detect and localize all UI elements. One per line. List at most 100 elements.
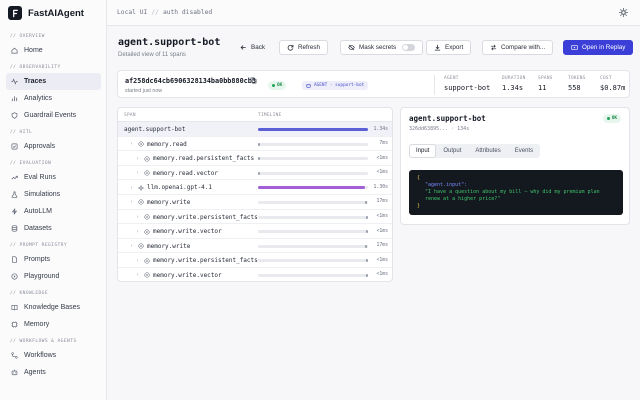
- timeline-track: [258, 244, 368, 248]
- mask-secrets-toggle[interactable]: Mask secrets: [340, 40, 424, 55]
- sidebar-item-label: Memory: [24, 321, 50, 328]
- arrow-left-icon: [240, 45, 246, 50]
- span-row[interactable]: agent.support-bot 1.34s: [118, 122, 392, 137]
- timeline-track: [258, 230, 368, 234]
- sidebar-item-eval-runs[interactable]: Eval Runs: [6, 169, 101, 186]
- sidebar-item-approvals[interactable]: Approvals: [6, 138, 101, 155]
- chevron-right-icon[interactable]: ›: [136, 156, 141, 162]
- span-name: memory.write.vector: [153, 228, 222, 236]
- compare-button[interactable]: Compare with...: [482, 40, 554, 55]
- sidebar-item-home[interactable]: Home: [6, 42, 101, 59]
- tab-attributes[interactable]: Attributes: [469, 145, 506, 157]
- page-title: agent.support-bot: [118, 37, 221, 48]
- span-name-cell: › memory.write.persistent_facts: [136, 214, 258, 221]
- bar-chart-icon: [11, 95, 18, 102]
- sidebar-item-analytics[interactable]: Analytics: [6, 90, 101, 107]
- sidebar-item-traces[interactable]: Traces: [6, 73, 101, 90]
- stat-key: SPANS: [538, 76, 553, 81]
- sidebar-item-guardrail-events[interactable]: Guardrail Events: [6, 107, 101, 124]
- sidebar-item-agents[interactable]: Agents: [6, 364, 101, 381]
- stat-key: DURATION: [502, 76, 526, 81]
- chevron-right-icon[interactable]: ›: [136, 229, 141, 235]
- timeline-bar: [258, 186, 365, 190]
- span-duration: 1.30s: [373, 184, 388, 190]
- span-name-cell: › memory.read.persistent_facts: [136, 155, 254, 162]
- copy-icon[interactable]: [250, 77, 257, 84]
- span-row[interactable]: › memory.read 7ms: [118, 137, 392, 152]
- sidebar-item-datasets[interactable]: Datasets: [6, 220, 101, 237]
- activity-icon: [11, 78, 18, 85]
- span-name: agent.support-bot: [124, 126, 186, 133]
- timeline-track: [258, 259, 368, 263]
- compare-icon: [490, 44, 497, 51]
- span-row[interactable]: › memory.write.vector <1ms: [118, 268, 392, 281]
- span-row[interactable]: › memory.read.persistent_facts <1ms: [118, 151, 392, 166]
- span-row[interactable]: › memory.write.persistent_facts <1ms: [118, 253, 392, 268]
- tab-events[interactable]: Events: [509, 145, 539, 157]
- input-code-block: { "agent.input": "I have a question abou…: [409, 170, 623, 215]
- span-name-cell: › memory.write.vector: [136, 272, 222, 279]
- sidebar-item-prompts[interactable]: Prompts: [6, 251, 101, 268]
- open-in-replay-button[interactable]: Open in Replay: [563, 40, 634, 55]
- sidebar-section-title: // HITL: [10, 130, 33, 135]
- chevron-right-icon[interactable]: ›: [136, 258, 141, 264]
- flask-icon: [11, 191, 18, 198]
- sidebar-item-workflows[interactable]: Workflows: [6, 347, 101, 364]
- back-button[interactable]: Back: [232, 40, 273, 55]
- chevron-right-icon[interactable]: ›: [130, 243, 135, 249]
- mask-secrets-switch[interactable]: [402, 44, 416, 51]
- status-dot-icon: [606, 117, 610, 120]
- stat-tokens: TOKENS 558: [568, 76, 586, 92]
- chevron-right-icon[interactable]: ›: [136, 272, 141, 278]
- sidebar-item-autollm[interactable]: AutoLLM: [6, 203, 101, 220]
- chevron-right-icon[interactable]: ›: [130, 199, 135, 205]
- sidebar-item-label: Home: [24, 47, 43, 54]
- span-row[interactable]: › memory.write 17ms: [118, 239, 392, 254]
- app-logo[interactable]: FastAIAgent: [8, 6, 84, 20]
- span-name: memory.write: [147, 242, 191, 250]
- chevron-right-icon[interactable]: ›: [136, 214, 141, 220]
- span-duration: <1ms: [376, 272, 388, 278]
- sidebar-section-title: // PROMPT REGISTRY: [10, 243, 67, 248]
- span-row[interactable]: › llm.openai.gpt-4.1 1.30s: [118, 180, 392, 195]
- tab-input[interactable]: Input: [410, 145, 436, 157]
- memory-icon: [138, 199, 144, 206]
- sparkle-icon: [138, 184, 144, 191]
- database-icon: [11, 225, 18, 232]
- span-name: llm.openai.gpt-4.1: [147, 184, 213, 192]
- span-duration: <1ms: [376, 214, 388, 220]
- span-name-cell: › memory.write: [130, 199, 190, 206]
- status-dot-icon: [272, 84, 275, 87]
- memory-icon: [144, 258, 150, 264]
- span-row[interactable]: › memory.write.persistent_facts <1ms: [118, 210, 392, 225]
- timeline-track: [258, 186, 368, 190]
- timeline-track: [258, 128, 368, 131]
- sidebar-item-label: Playground: [24, 273, 60, 280]
- sidebar-item-label: Agents: [24, 369, 46, 376]
- spans-table: SPAN TIMELINE agent.support-bot 1.34s › mem…: [117, 107, 393, 282]
- span-duration: 17ms: [376, 243, 388, 249]
- export-button[interactable]: Export: [426, 40, 472, 55]
- sidebar-item-playground[interactable]: Playground: [6, 268, 101, 285]
- timeline-track: [258, 142, 368, 146]
- tab-output[interactable]: Output: [437, 145, 467, 157]
- sidebar-item-simulations[interactable]: Simulations: [6, 186, 101, 203]
- sidebar-item-label: Analytics: [24, 95, 53, 102]
- span-row[interactable]: › memory.read.vector <1ms: [118, 166, 392, 181]
- code-value: "I have a question about my bill — why d…: [425, 189, 600, 202]
- span-row[interactable]: › memory.write 17ms: [118, 195, 392, 210]
- span-name: memory.write: [147, 198, 191, 206]
- sidebar-item-memory[interactable]: Memory: [6, 316, 101, 333]
- span-name: memory.write.persistent_facts: [153, 213, 258, 221]
- span-row[interactable]: › memory.write.vector <1ms: [118, 224, 392, 239]
- chevron-right-icon[interactable]: ›: [130, 185, 135, 191]
- chevron-right-icon[interactable]: ›: [130, 141, 135, 147]
- span-name: memory.read.persistent_facts: [153, 155, 255, 163]
- theme-toggle-icon[interactable]: [619, 8, 628, 17]
- sidebar-item-knowledge-bases[interactable]: Knowledge Bases: [6, 299, 101, 316]
- memory-icon: [144, 229, 150, 235]
- refresh-button[interactable]: Refresh: [279, 40, 329, 55]
- trace-id[interactable]: af258dc64cb6906328134ba0bb880cb3: [125, 77, 256, 85]
- chevron-right-icon[interactable]: ›: [136, 170, 141, 176]
- agent-tag[interactable]: AGENT · support-bot: [302, 81, 369, 90]
